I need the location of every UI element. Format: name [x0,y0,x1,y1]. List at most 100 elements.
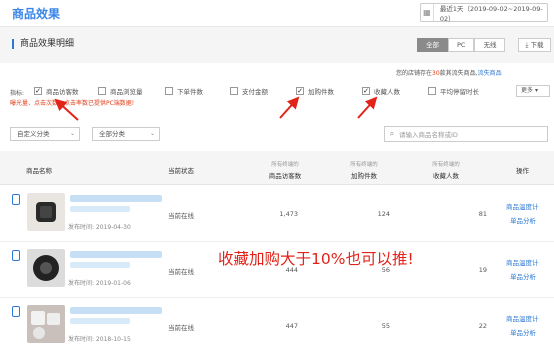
more-label: 更多 [521,87,534,94]
metric-label: 平均停留时长 [440,88,479,96]
mobile-icon [12,194,20,205]
all-category-value: 全部分类 [99,130,125,138]
more-metrics-dropdown[interactable]: 更多 ▾ [516,85,550,97]
table-row: 发布时间: 2019-04-30 当前在线 1,473 124 81 商品温度计… [0,186,554,242]
note-suffix: 款其流失商品, [439,70,478,77]
analysis-link[interactable]: 单品分析 [510,215,536,225]
col-action: 操作 [516,167,529,175]
mobile-icon [12,306,20,317]
product-thumbnail[interactable] [27,249,65,287]
table-row: 发布时间: 2018-10-15 当前在线 447 55 22 商品温度计 单品… [0,298,554,347]
product-image [31,311,60,339]
metric-favorites-checkbox[interactable]: ✓ 收藏人数 [362,86,400,96]
product-search[interactable]: ⌕ 请输入商品名称或ID [384,126,548,142]
metric-label: 商品浏览量 [110,88,143,96]
metric-label: 加购件数 [308,88,334,96]
status-text: 当前在线 [168,268,194,276]
col-name: 商品名称 [26,167,52,175]
checkbox-icon [230,87,238,95]
metric-visitors-checkbox[interactable]: ✓ 商品访客数 [34,86,79,96]
product-name-line2 [70,318,130,324]
col-favs-sub: 所有终端的 [432,162,460,168]
annotation-text: 收藏加购大于10%也可以推! [218,250,414,268]
checkbox-icon [98,87,106,95]
note-count: 30 [432,70,440,77]
chevron-down-icon: ▾ [534,87,538,94]
checkbox-checked-icon: ✓ [34,87,42,95]
col-status: 当前状态 [168,167,194,175]
carts-value: 55 [381,322,390,330]
metric-label: 商品访客数 [46,88,79,96]
segment-all[interactable]: 全部 [417,38,448,52]
checkbox-icon [165,87,173,95]
temperature-link[interactable]: 商品温度计 [506,201,539,211]
metric-payment-checkbox[interactable]: 支付金额 [230,86,268,96]
status-text: 当前在线 [168,212,194,220]
product-image [36,202,56,222]
metric-staytime-checkbox[interactable]: 平均停留时长 [428,86,479,96]
product-name[interactable] [70,251,162,258]
page-title: 商品效果 [12,7,61,21]
date-range-picker[interactable]: ▦ 最近1天（2019-09-02~2019-09-02） [420,3,548,23]
publish-date: 发布时间: 2018-10-15 [68,336,131,343]
product-name[interactable] [70,307,162,314]
col-favs[interactable]: 所有终端的 收藏人数 [416,160,476,180]
terminal-segment: 全部 PC 无线 [417,38,506,52]
metric-orders-checkbox[interactable]: 下单件数 [165,86,203,96]
favs-value: 19 [478,266,487,274]
lost-items-note: 您的店铺存在30款其流失商品,流失商品 [396,68,502,77]
metrics-hint: 曝光量、点击次数、点击率数已提供PC端数据! [10,100,135,107]
section-bar: 商品效果明细 全部 PC 无线 ⤓ 下载 [0,27,554,63]
section-title: 商品效果明细 [12,39,74,49]
all-category-select[interactable]: 全部分类 ⌄ [92,127,160,141]
chevron-down-icon: ⌄ [149,130,155,137]
metric-label: 收藏人数 [374,88,400,96]
col-carts-sub: 所有终端的 [350,162,378,168]
date-range-text: 最近1天（2019-09-02~2019-09-02） [439,4,543,23]
checkbox-checked-icon: ✓ [296,87,304,95]
checkbox-icon [428,87,436,95]
calendar-icon: ▦ [421,4,434,21]
lost-items-link[interactable]: 流失商品 [478,70,502,77]
product-name-line2 [70,262,130,268]
col-visitors[interactable]: 所有终端的 商品访客数 [255,160,315,180]
favs-value: 81 [478,210,487,218]
product-thumbnail[interactable] [27,193,65,231]
col-favs-label: 收藏人数 [433,172,459,180]
download-button[interactable]: ⤓ 下载 [518,38,551,52]
col-visitors-label: 商品访客数 [268,172,302,180]
temperature-link[interactable]: 商品温度计 [506,313,539,323]
table-header: 商品名称 当前状态 所有终端的 商品访客数 所有终端的 加购件数 所有终端的 收… [0,151,554,185]
search-input[interactable]: 请输入商品名称或ID [399,129,458,139]
search-icon: ⌕ [389,129,395,138]
metric-cart-checkbox[interactable]: ✓ 加购件数 [296,86,334,96]
product-image [33,255,59,281]
download-label: 下载 [530,41,544,49]
custom-category-value: 自定义分类 [17,130,50,138]
status-text: 当前在线 [168,324,194,332]
carts-value: 124 [377,210,390,218]
page-header: 商品效果 ▦ 最近1天（2019-09-02~2019-09-02） [0,0,554,27]
custom-category-select[interactable]: 自定义分类 ⌄ [10,127,80,141]
segment-wireless[interactable]: 无线 [474,38,506,52]
col-visitors-sub: 所有终端的 [271,162,299,168]
publish-date: 发布时间: 2019-04-30 [68,224,131,231]
analysis-link[interactable]: 单品分析 [510,327,536,337]
metrics-label: 指标: [10,90,25,97]
metric-label: 下单件数 [177,88,203,96]
product-name-line2 [70,206,130,212]
metric-pageviews-checkbox[interactable]: 商品浏览量 [98,86,143,96]
col-carts[interactable]: 所有终端的 加购件数 [334,160,394,180]
note-prefix: 您的店铺存在 [396,70,433,77]
temperature-link[interactable]: 商品温度计 [506,257,539,267]
download-icon: ⤓ [525,41,529,49]
analysis-link[interactable]: 单品分析 [510,271,536,281]
publish-date: 发布时间: 2019-01-06 [68,280,131,287]
product-thumbnail[interactable] [27,305,65,343]
product-name[interactable] [70,195,162,202]
segment-pc[interactable]: PC [448,38,475,52]
visitors-value: 1,473 [279,210,298,218]
col-carts-label: 加购件数 [351,172,377,180]
checkbox-checked-icon: ✓ [362,87,370,95]
metric-label: 支付金额 [242,88,268,96]
